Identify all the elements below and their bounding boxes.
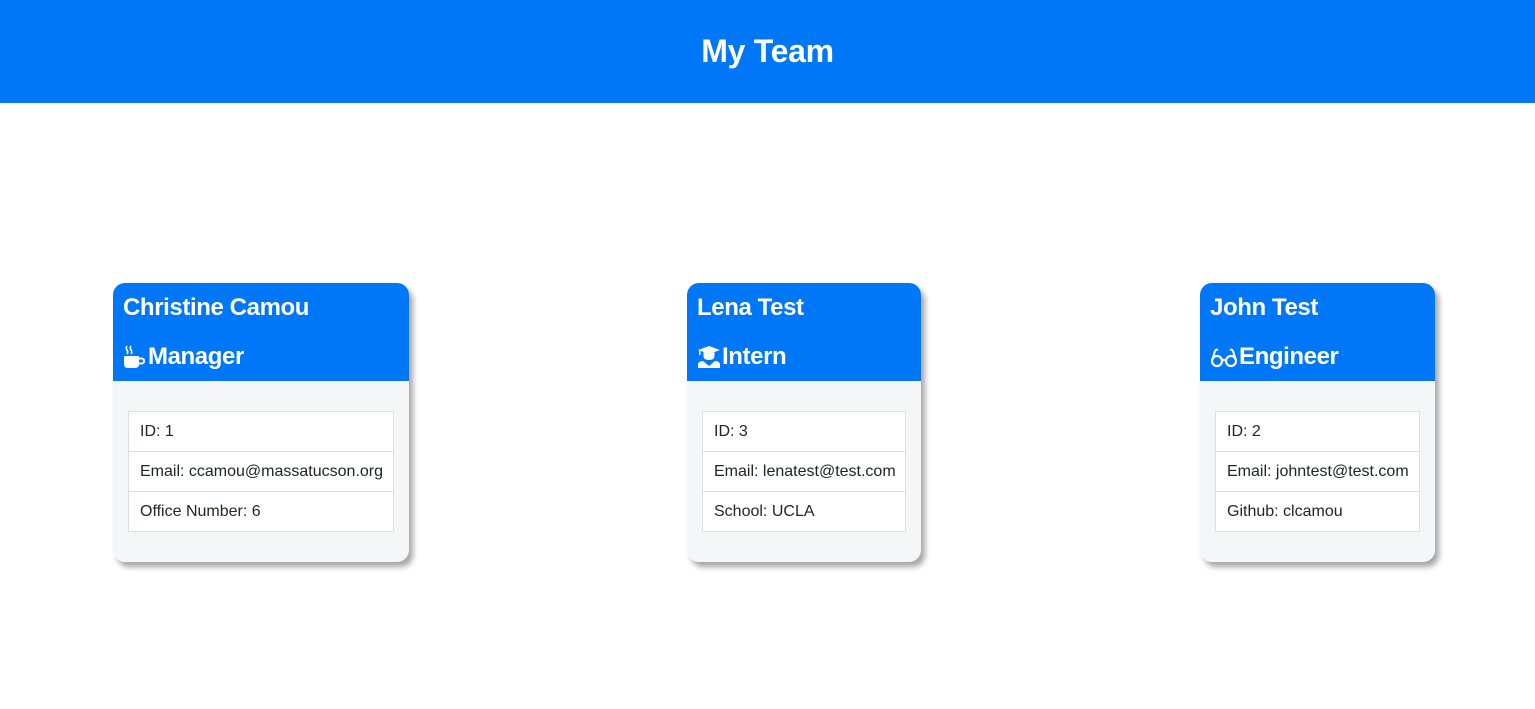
detail-value: 2 <box>1251 423 1261 440</box>
list-item-id: ID: 1 <box>129 412 393 451</box>
email-value: lenatest@test.com <box>762 463 896 480</box>
employee-card-manager: Christine Camou Manager ID: 1 Email: cca… <box>113 283 409 562</box>
role-label: Manager <box>148 343 244 370</box>
list-item-github: Github: clcamou <box>1216 491 1419 531</box>
detail-label: School: <box>714 503 768 520</box>
list-item-email: Email: johntest@test.com <box>1216 451 1419 491</box>
glasses-icon <box>1210 345 1238 369</box>
detail-label: ID: <box>714 423 735 440</box>
detail-label: Email: <box>714 463 759 480</box>
graduate-icon <box>697 345 721 369</box>
email-value: ccamou@massatucson.org <box>188 463 384 480</box>
card-header: Christine Camou Manager <box>113 283 409 381</box>
employee-role: Engineer <box>1210 337 1435 377</box>
card-header: John Test Engineer <box>1200 283 1435 381</box>
details-list: ID: 3 Email: lenatest@test.com School: U… <box>702 411 906 532</box>
list-item-id: ID: 3 <box>703 412 905 451</box>
page-header: My Team <box>0 0 1535 103</box>
list-item-school: School: UCLA <box>703 491 905 531</box>
detail-value: 3 <box>738 423 748 440</box>
list-item-id: ID: 2 <box>1216 412 1419 451</box>
employee-role: Intern <box>697 337 921 377</box>
employee-role: Manager <box>123 337 409 377</box>
list-item-email: Email: ccamou@massatucson.org <box>129 451 393 491</box>
role-label: Engineer <box>1239 343 1339 370</box>
mug-icon <box>123 345 147 369</box>
details-list: ID: 1 Email: ccamou@massatucson.org Offi… <box>128 411 394 532</box>
role-label: Intern <box>722 343 787 370</box>
detail-label: Email: <box>1227 463 1272 480</box>
email-value: johntest@test.com <box>1275 463 1409 480</box>
detail-label: ID: <box>140 423 161 440</box>
employee-name: Lena Test <box>697 294 804 321</box>
detail-value: 1 <box>164 423 174 440</box>
employee-name: John Test <box>1210 294 1318 321</box>
detail-value: clcamou <box>1283 503 1343 520</box>
details-list: ID: 2 Email: johntest@test.com Github: c… <box>1215 411 1420 532</box>
employee-card-engineer: John Test Engineer ID: 2 Email: johntest… <box>1200 283 1435 562</box>
detail-label: Email: <box>140 463 185 480</box>
detail-value: UCLA <box>771 503 815 520</box>
detail-value: 6 <box>251 503 261 520</box>
detail-label: Github: <box>1227 503 1279 520</box>
detail-label: Office Number: <box>140 503 248 520</box>
employee-name: Christine Camou <box>123 294 310 321</box>
page-title: My Team <box>701 33 834 69</box>
detail-label: ID: <box>1227 423 1248 440</box>
employee-card-intern: Lena Test Intern ID: 3 Email: lenatest@t… <box>687 283 921 562</box>
list-item-email: Email: lenatest@test.com <box>703 451 905 491</box>
list-item-office-number: Office Number: 6 <box>129 491 393 531</box>
card-header: Lena Test Intern <box>687 283 921 381</box>
